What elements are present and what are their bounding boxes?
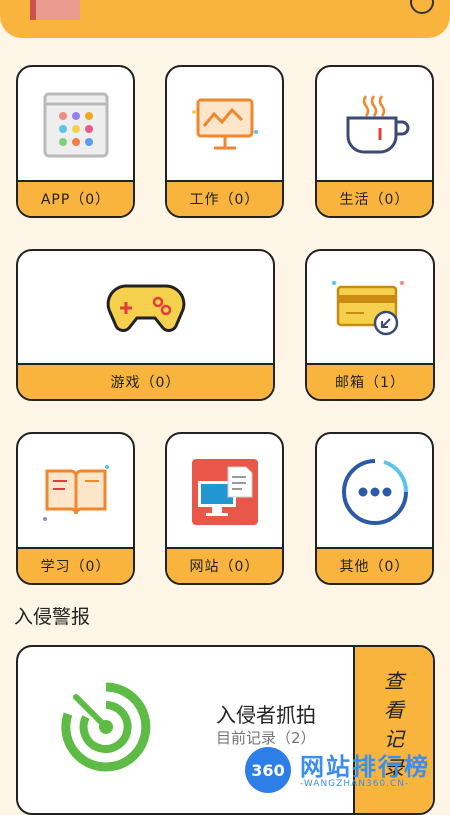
presentation-board-icon [191,98,258,149]
view-records-char: 查 [384,669,404,693]
category-card-study[interactable]: 学习（0） [16,432,135,585]
category-card-game[interactable]: 游戏（0） [16,249,275,401]
category-label-work: 工作（0） [167,180,282,216]
section-title-intrusion-alert: 入侵警报 [14,606,91,628]
watermark-domain: -WANGZHAN360.CN- [300,779,410,789]
category-label-study: 学习（0） [18,547,133,583]
category-label-other: 其他（0） [317,547,432,583]
header-logo [30,0,80,20]
category-label-life: 生活（0） [317,180,432,216]
help-icon[interactable] [410,0,434,14]
app-grid-icon [43,92,108,157]
view-records-char: 看 [384,698,404,722]
coffee-cup-icon [346,94,409,153]
gamepad-icon [106,284,185,332]
watermark-badge: 360 [245,747,291,793]
intruder-capture-title: 入侵者抓拍 [216,703,316,727]
category-label-website: 网站（0） [167,547,282,583]
monitor-document-icon [191,458,258,525]
watermark-text: 网站排行榜 [300,753,430,781]
top-header-bar [0,0,450,38]
watermark: 360 网站排行榜 -WANGZHAN360.CN- [245,745,445,795]
category-label-game: 游戏（0） [18,363,273,399]
category-card-website[interactable]: 网站（0） [165,432,284,585]
category-card-work[interactable]: 工作（0） [165,65,284,218]
open-book-icon [42,464,109,521]
category-label-mail: 邮箱（1） [307,363,433,399]
category-card-app[interactable]: APP（0） [16,65,135,218]
category-card-life[interactable]: 生活（0） [315,65,434,218]
category-label-app: APP（0） [18,180,133,216]
category-card-other[interactable]: 其他（0） [315,432,434,585]
more-dots-icon [341,458,408,525]
mailbox-card-icon [332,281,404,336]
category-card-mail[interactable]: 邮箱（1） [305,249,435,401]
radar-icon [61,682,151,772]
